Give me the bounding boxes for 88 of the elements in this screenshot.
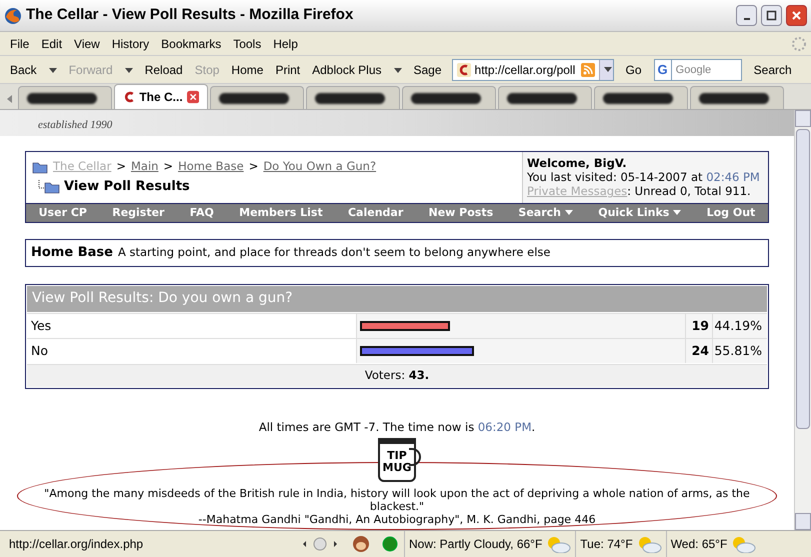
folder-tree-icon: [38, 180, 60, 194]
menu-item[interactable]: Edit: [35, 34, 68, 52]
weather-forecast: Now: Partly Cloudy, 66°F: [409, 536, 542, 553]
nav-link[interactable]: Search: [518, 204, 573, 222]
menu-item[interactable]: Help: [267, 34, 304, 52]
menu-item[interactable]: Bookmarks: [155, 34, 228, 52]
caret-icon: [604, 67, 612, 72]
nav-link[interactable]: Members List: [239, 204, 323, 222]
menu-item[interactable]: File: [4, 34, 36, 52]
toolbar-button[interactable]: Print: [269, 60, 306, 78]
status-indicator-icon: [382, 536, 398, 552]
go-button[interactable]: Go: [614, 60, 654, 78]
browser-tab[interactable]: [210, 86, 304, 109]
toolbar-button[interactable]: Adblock Plus: [306, 60, 408, 78]
browser-tab[interactable]: [306, 86, 400, 109]
poll-title: View Poll Results: Do you own a gun?: [32, 289, 293, 308]
breadcrumb-separator: >: [163, 158, 174, 176]
toolbar-button[interactable]: Back: [4, 60, 63, 78]
nav-link[interactable]: New Posts: [428, 204, 494, 222]
window-title: The Cellar - View Poll Results - Mozilla Firefox: [26, 5, 354, 26]
search-engine-selector[interactable]: G: [654, 58, 672, 80]
toolbar-button[interactable]: Sage: [408, 60, 448, 78]
nav-link[interactable]: Register: [112, 204, 164, 222]
minimize-button[interactable]: [736, 5, 757, 26]
nav-link[interactable]: Log Out: [706, 204, 756, 222]
site-logo-icon: [123, 90, 136, 104]
feed-icon: [580, 62, 595, 76]
sun-cloud-icon: [730, 535, 756, 553]
sun-cloud-icon: [545, 535, 572, 553]
breadcrumb-separator: >: [116, 158, 126, 176]
browser-tab[interactable]: [594, 86, 688, 109]
redacted-scribble: [411, 92, 481, 104]
address-field[interactable]: http://cellar.org/poll: [452, 58, 614, 80]
nav-link[interactable]: FAQ: [190, 204, 214, 222]
time-notice: All times are GMT -7. The time now is 06:20 PM.: [258, 420, 536, 434]
redacted-scribble: [507, 92, 577, 104]
throbber-icon: [791, 36, 807, 52]
close-tab-icon[interactable]: [186, 90, 199, 104]
quote-text: "Among the many misdeeds of the British rule in India, history will look upon the act of depriving a whole nation of arms, as the blackest.": [43, 487, 751, 513]
browser-tab[interactable]: The C...: [114, 84, 208, 109]
tagline: established 1990: [38, 118, 112, 134]
toolbar-button[interactable]: Reload: [138, 60, 189, 78]
forum-description: A starting point, and place for threads don't seem to belong anywhere else: [118, 244, 550, 262]
browser-tab[interactable]: [402, 86, 496, 109]
breadcrumb-link[interactable]: Do You Own a Gun?: [263, 158, 376, 176]
nav-link[interactable]: User CP: [38, 204, 87, 222]
maximize-icon: [766, 10, 777, 21]
redacted-scribble: [219, 92, 289, 104]
browser-logo-icon: [4, 6, 22, 24]
breadcrumb-separator: >: [248, 158, 258, 176]
breadcrumb-link[interactable]: Main: [130, 158, 158, 176]
redacted-scribble: [27, 92, 97, 104]
close-icon: [791, 10, 802, 21]
messages-count: : Unread 0, Total 911.: [627, 184, 751, 198]
browser-tab[interactable]: [18, 86, 112, 109]
nav-link[interactable]: Calendar: [348, 204, 404, 222]
search-button[interactable]: Search: [742, 60, 804, 78]
close-button[interactable]: [786, 5, 807, 26]
minimize-icon: [744, 18, 750, 20]
maximize-button[interactable]: [761, 5, 782, 26]
vote-count: 19: [685, 314, 712, 338]
forum-name: Home Base: [31, 244, 113, 262]
vote-percent: 44.19%: [712, 314, 767, 338]
menu-item[interactable]: Tools: [227, 34, 268, 52]
voters-count: Voters: 43.: [364, 367, 430, 384]
search-field[interactable]: Google: [672, 58, 742, 80]
redacted-scribble: [603, 92, 673, 104]
folder-icon: [32, 160, 48, 174]
vote-percent: 55.81%: [712, 338, 767, 363]
status-url: http://cellar.org/index.php: [8, 536, 144, 553]
site-logo-icon: [456, 62, 471, 76]
last-visited-text: You last visited: 05-14-2007 at 02:46 PM: [527, 170, 761, 184]
toolbar-button[interactable]: Home: [225, 60, 270, 78]
page-heading: View Poll Results: [64, 178, 190, 196]
quote-attribution: --Mahatma Gandhi "Gandhi, An Autobiography", M. K. Gandhi, page 446: [198, 513, 596, 526]
menu-item[interactable]: View: [68, 34, 106, 52]
nav-link[interactable]: Quick Links: [598, 204, 682, 222]
weather-forecast: Tue: 74°F: [580, 536, 633, 553]
scrollbar[interactable]: [794, 110, 811, 530]
welcome-text: Welcome, BigV.: [527, 156, 628, 170]
redacted-scribble: [315, 92, 385, 104]
browser-tab[interactable]: [498, 86, 592, 109]
weather-forecast: Wed: 65°F: [670, 536, 728, 553]
browser-tab[interactable]: [690, 86, 784, 109]
vote-count: 24: [685, 338, 712, 363]
breadcrumb-link[interactable]: Home Base: [178, 158, 244, 176]
redacted-scribble: [699, 92, 769, 104]
menu-item[interactable]: History: [106, 34, 156, 52]
